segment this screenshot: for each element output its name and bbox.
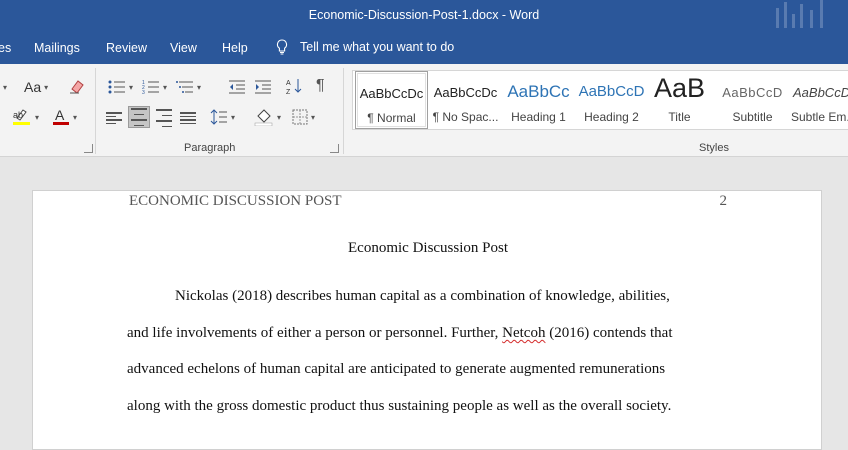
tab-mailings[interactable]: Mailings [34,41,80,55]
shading-button[interactable]: ▾ [254,108,281,126]
ribbon-tab-bar: es Mailings Review View Help Tell me wha… [0,32,848,64]
sort-button[interactable]: AZ [286,77,302,95]
style-name: Title [668,110,691,124]
svg-text:Z: Z [286,89,291,95]
style-name: Subtitle [732,110,773,124]
paragraph-dialog-launcher[interactable] [330,144,339,153]
change-case-label: Aa [24,79,42,95]
line-spacing-button[interactable]: ▾ [210,108,235,126]
document-area[interactable]: ECONOMIC DISCUSSION POST 2 Economic Disc… [0,158,848,450]
paragraph-group-label: Paragraph [184,142,236,154]
align-right-icon [156,107,172,129]
tab-view[interactable]: View [170,41,197,55]
title-bar: Economic-Discussion-Post-1.docx - Word [0,0,848,32]
style-name: Heading 1 [511,110,566,124]
style-sample: AaBbCcDc [359,86,424,101]
style-sample: AaBbCcDc [793,85,848,100]
borders-button[interactable]: ▾ [292,108,315,126]
align-left-button[interactable] [106,109,122,127]
misspelled-word[interactable]: Netcoh [502,325,545,341]
document-title[interactable]: Economic Discussion Post [33,240,823,257]
numbering-button[interactable]: 123 ▾ [142,78,167,96]
style-title[interactable]: AaB Title [643,71,716,129]
style-sample: AaB [653,73,706,103]
style-sample: AaBbCc [507,82,570,101]
styles-gallery: AaBbCcDc ¶ Normal AaBbCcDc ¶ No Spac... … [352,70,848,130]
eraser-icon [70,80,84,94]
style-name: Subtle Em... [791,110,848,124]
align-center-icon [131,106,147,128]
paragraph-line-1[interactable]: Nickolas (2018) describes human capital … [175,288,670,305]
tab-help[interactable]: Help [222,41,248,55]
decrease-indent-icon [229,80,245,94]
sort-icon: AZ [286,79,302,95]
line-spacing-icon [210,109,227,125]
style-name: ¶ Normal [367,111,416,125]
tell-me-text: Tell me what you want to do [300,40,455,54]
style-sample: AaBbCcD [578,83,645,100]
align-left-icon [106,110,122,126]
paragraph-line-4[interactable]: along with the gross domestic product th… [127,398,671,415]
multilevel-list-icon [176,81,193,93]
paragraph-line-3[interactable]: advanced echelons of human capital are a… [127,361,665,378]
line-2-text-a: and life involvements of either a person… [127,325,503,341]
multilevel-list-button[interactable]: ▾ [176,78,201,96]
clear-formatting-button[interactable] [68,77,86,95]
svg-text:A: A [55,107,65,123]
numbered-list-icon: 123 [142,80,159,94]
justify-button[interactable] [180,109,196,127]
style-normal[interactable]: AaBbCcDc ¶ Normal [355,71,428,129]
style-no-spacing[interactable]: AaBbCcDc ¶ No Spac... [429,71,502,129]
style-sample: AaBbCcDc [433,85,498,100]
style-subtle-emphasis[interactable]: AaBbCcDc Subtle Em... [789,71,848,129]
tab-references-partial[interactable]: es [0,41,11,55]
bullets-button[interactable]: ▾ [108,78,133,96]
align-right-button[interactable] [156,109,172,127]
font-dialog-launcher[interactable] [84,144,93,153]
tell-me-search[interactable]: Tell me what you want to do [276,39,454,55]
paint-bucket-icon [254,109,273,126]
increase-indent-icon [255,80,271,94]
font-color-icon: A [53,107,69,125]
highlight-color-button[interactable]: ab ▾ [12,108,39,126]
increase-indent-button[interactable] [254,78,272,96]
svg-text:ab: ab [13,110,23,120]
page-header[interactable]: ECONOMIC DISCUSSION POST [129,193,342,210]
title-bar-decoration [768,0,838,32]
window-title: Economic-Discussion-Post-1.docx - Word [308,8,540,22]
align-center-button[interactable] [128,106,150,128]
borders-icon [292,109,308,125]
page-number[interactable]: 2 [720,193,728,210]
styles-group-label: Styles [699,142,729,154]
svg-text:A: A [286,80,291,87]
style-heading-1[interactable]: AaBbCc Heading 1 [502,71,575,129]
decrease-indent-button[interactable] [228,78,246,96]
change-case-button[interactable]: Aa ▾ [24,78,48,96]
style-sample: AaBbCcD [722,85,783,100]
style-name: Heading 2 [584,110,639,124]
tab-review[interactable]: Review [106,41,147,55]
font-size-arrow-partial[interactable]: ▾ [0,78,7,96]
pilcrow-icon: ¶ [316,77,325,94]
document-page[interactable]: ECONOMIC DISCUSSION POST 2 Economic Disc… [32,190,822,450]
paragraph-line-2[interactable]: and life involvements of either a person… [127,325,673,342]
justify-icon [180,110,196,126]
svg-text:3: 3 [142,90,145,94]
style-heading-2[interactable]: AaBbCcD Heading 2 [575,71,648,129]
style-subtitle[interactable]: AaBbCcD Subtitle [716,71,789,129]
highlighter-icon: ab [13,109,30,125]
show-hide-marks-button[interactable]: ¶ [316,77,325,95]
bullet-list-icon [108,80,125,94]
style-name: ¶ No Spac... [432,110,499,124]
lightbulb-icon [276,39,288,55]
line-2-text-c: (2016) contends that [545,325,673,341]
font-color-button[interactable]: A ▾ [52,107,77,126]
